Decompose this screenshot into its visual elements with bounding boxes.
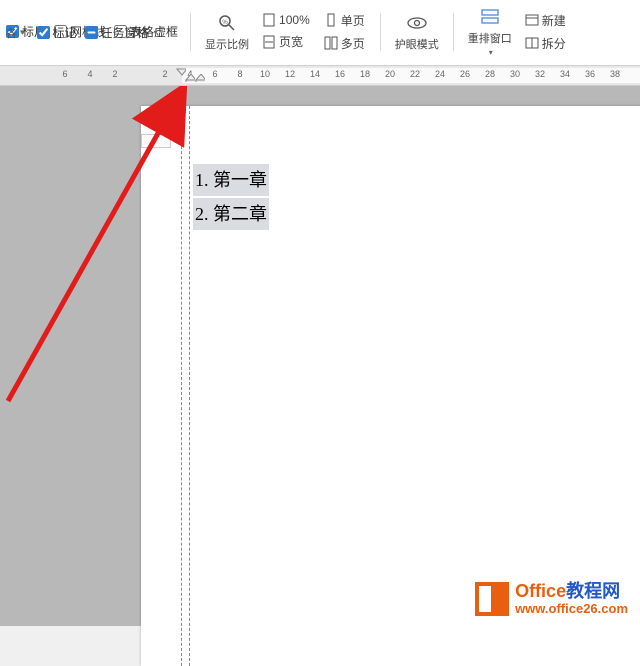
zoom-ratio-label: 显示比例: [205, 36, 249, 52]
list-item-1[interactable]: 1. 第一章: [193, 164, 269, 196]
svg-text:%: %: [222, 20, 228, 26]
zoom-100-label: 100%: [279, 13, 310, 27]
watermark-brand-cn: 教程网: [566, 582, 620, 602]
divider: [190, 13, 191, 51]
page-width-icon: [262, 35, 276, 49]
eye-icon: [406, 12, 428, 34]
marks-checkbox[interactable]: 标记: [37, 24, 77, 41]
ruler-tick: 14: [310, 69, 320, 79]
taskpane-checkbox[interactable]: 任务窗格: [85, 24, 158, 41]
corner-marker: [141, 134, 171, 148]
rearrange-icon: [480, 6, 500, 28]
multi-page-label: 多页: [341, 35, 365, 52]
ruler-tick: 38: [610, 69, 620, 79]
zoom-icon: %: [217, 12, 237, 34]
watermark-brand-en: Office: [515, 582, 566, 602]
ruler-tick: 32: [535, 69, 545, 79]
zoom-100-button[interactable]: 100%: [259, 11, 313, 29]
new-window-label: 新建: [542, 12, 566, 29]
page-width-label: 页宽: [279, 33, 303, 50]
document-content[interactable]: 1. 第一章 2. 第二章: [193, 164, 269, 232]
taskpane-checkbox-input[interactable]: [85, 26, 98, 39]
marks-checkbox-label: 标记: [53, 24, 77, 41]
ruler-track: 6422468101214161820222426283032343638: [0, 66, 640, 85]
new-window-icon: [525, 13, 539, 27]
ruler-tick: 16: [335, 69, 345, 79]
ruler-tick: 30: [510, 69, 520, 79]
page-width-button[interactable]: 页宽: [259, 31, 313, 52]
ruler-tick: 28: [485, 69, 495, 79]
eye-mode-button[interactable]: 护眼模式: [393, 12, 441, 52]
rearrange-window-button[interactable]: 重排窗口: [466, 6, 514, 57]
marks-checkbox-input[interactable]: [37, 26, 50, 39]
watermark-url: www.office26.com: [515, 602, 628, 616]
list-text-1: 第一章: [213, 170, 267, 190]
watermark-logo: Office 教程网 www.office26.com: [475, 582, 628, 616]
document-canvas[interactable]: 1. 第一章 2. 第二章 Office 教程网: [0, 86, 640, 626]
ruler-tick: 24: [435, 69, 445, 79]
new-window-button[interactable]: 新建: [522, 10, 569, 31]
zoom-ratio-button[interactable]: % 显示比例: [203, 12, 251, 52]
ruler-tick: 6: [212, 69, 217, 79]
ruler-tick: 4: [87, 69, 92, 79]
ruler-tick: 22: [410, 69, 420, 79]
single-page-button[interactable]: 单页: [321, 10, 368, 31]
list-number-1: 1.: [195, 170, 209, 190]
divider: [380, 13, 381, 51]
hanging-indent-marker[interactable]: [185, 74, 195, 82]
list-number-2: 2.: [195, 204, 209, 224]
ruler-tick: 10: [260, 69, 270, 79]
list-item-2[interactable]: 2. 第二章: [193, 198, 269, 230]
margin-guide-left-1: [181, 106, 182, 666]
ruler-tick: 26: [460, 69, 470, 79]
ruler-tick: 36: [585, 69, 595, 79]
single-page-label: 单页: [341, 12, 365, 29]
ruler-tick: 12: [285, 69, 295, 79]
rearrange-label: 重排窗口: [468, 30, 512, 46]
horizontal-ruler[interactable]: 6422468101214161820222426283032343638: [0, 66, 640, 86]
taskpane-checkbox-label: 任务窗格: [101, 24, 149, 41]
multi-page-button[interactable]: 多页: [321, 33, 368, 54]
ruler-tick: 20: [385, 69, 395, 79]
single-page-icon: [324, 13, 338, 27]
ruler-tick: 8: [237, 69, 242, 79]
multi-page-icon: [324, 36, 338, 50]
office-logo-icon: [475, 582, 509, 616]
ruler-tick: 2: [162, 69, 167, 79]
page-100-icon: [262, 13, 276, 27]
cut-dropdown-fragment[interactable]: 各: [6, 25, 12, 41]
ruler-tick: 34: [560, 69, 570, 79]
ruler-tick: 18: [360, 69, 370, 79]
ruler-tick: 2: [112, 69, 117, 79]
split-icon: [525, 36, 539, 50]
split-window-button[interactable]: 拆分: [522, 33, 569, 54]
ribbon-toolbar: 标尺 网格线 表格虚框 % 显示比例 100% 页宽: [0, 0, 640, 66]
eye-mode-label: 护眼模式: [395, 36, 439, 52]
left-indent-marker[interactable]: [195, 74, 205, 82]
margin-guide-left-2: [189, 106, 190, 666]
ruler-tick: 6: [62, 69, 67, 79]
divider: [453, 13, 454, 51]
split-label: 拆分: [542, 35, 566, 52]
list-text-2: 第二章: [213, 204, 267, 224]
